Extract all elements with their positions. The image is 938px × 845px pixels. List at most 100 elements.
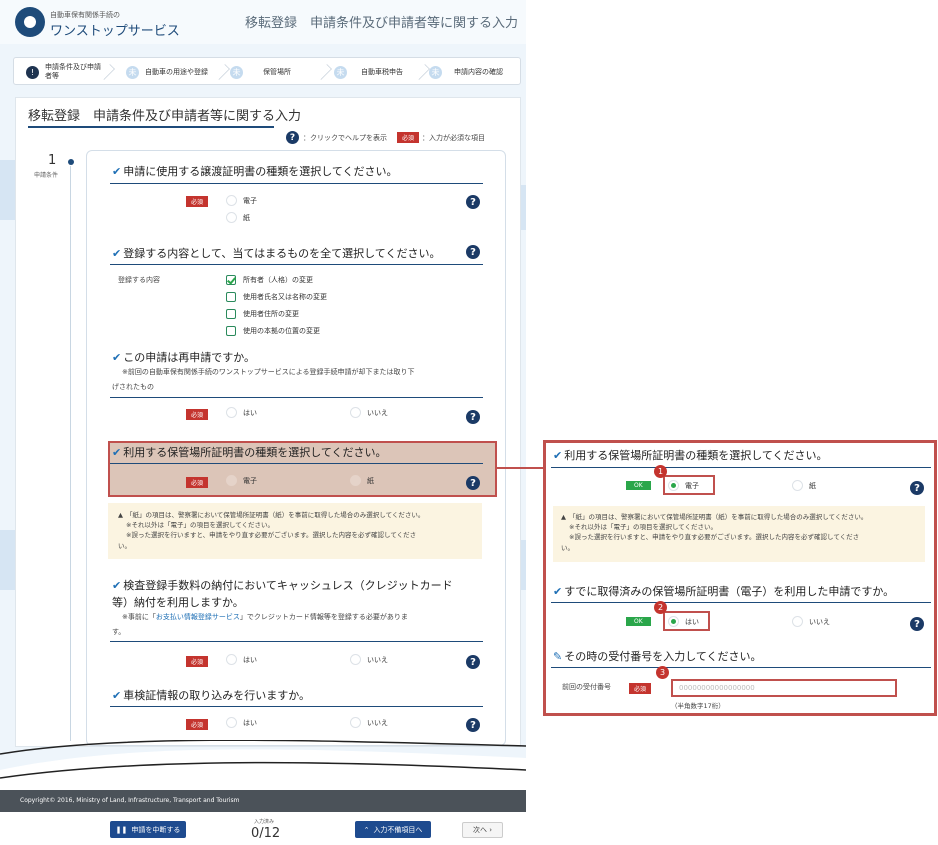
checkbox[interactable]	[226, 309, 236, 319]
radio-no[interactable]: いいえ	[350, 654, 388, 665]
option-label: いいえ	[367, 718, 388, 727]
check-icon: ✔	[112, 351, 122, 364]
help-icon[interactable]: ?	[286, 131, 299, 144]
option-label: いいえ	[367, 655, 388, 664]
suspend-button[interactable]: ❚❚ 申請を中断する	[110, 821, 186, 838]
option-label: 紙	[367, 476, 374, 485]
radio-circle[interactable]	[226, 475, 237, 486]
required-badge: 必須	[397, 132, 420, 143]
check-icon: ✔	[112, 689, 122, 702]
question-divider	[551, 667, 931, 668]
radio-circle[interactable]	[792, 616, 803, 627]
radio-circle[interactable]	[226, 717, 237, 728]
progress-label: 入力済み	[254, 819, 275, 825]
checkbox[interactable]	[226, 292, 236, 302]
step-3[interactable]: 未 保管場所	[230, 58, 291, 86]
radio-circle[interactable]	[226, 407, 237, 418]
help-icon[interactable]: ?	[466, 410, 480, 424]
next-button[interactable]: 次へ ›	[462, 822, 503, 838]
required-legend-text: ：入力が必須な項目	[422, 133, 486, 142]
option-label: 電子	[243, 196, 257, 205]
radio-yes[interactable]: はい	[668, 616, 699, 627]
receipt-number-input[interactable]: 00000000000000000	[671, 679, 897, 697]
radio-circle[interactable]	[668, 616, 679, 627]
question-divider	[551, 602, 931, 603]
help-icon[interactable]: ?	[466, 195, 480, 209]
step-4[interactable]: 未 自動車税申告	[334, 58, 403, 86]
radio-kami[interactable]: 紙	[226, 212, 250, 223]
step-5[interactable]: 未 申請内容の確認	[429, 58, 503, 86]
question-text: 利用する保管場所証明書の種類を選択してください。	[564, 449, 828, 462]
question-divider	[551, 467, 931, 468]
help-icon[interactable]: ?	[466, 476, 480, 490]
option-label: 使用の本拠の位置の変更	[243, 327, 320, 335]
alert-icon: !	[26, 65, 39, 79]
step-separator	[214, 64, 230, 80]
step-1[interactable]: ! 申請条件及び申請者等	[26, 58, 105, 86]
checkbox-base-location-change[interactable]: 使用の本拠の位置の変更	[226, 326, 320, 336]
radio-circle[interactable]	[668, 480, 679, 491]
checkbox-user-address-change[interactable]: 使用者住所の変更	[226, 309, 299, 319]
warning-line: ※誤った選択を行いますと、申請をやり直す必要がございます。選択した内容を必ず確認…	[569, 533, 860, 541]
check-icon: ✔	[112, 247, 122, 260]
step-indicator: ! 申請条件及び申請者等 未 自動車の用途や登録 未 保管場所 未 自動車税申告…	[13, 57, 521, 85]
question-divider	[110, 706, 483, 707]
required-badge: 必須	[186, 719, 209, 730]
help-icon[interactable]: ?	[466, 718, 480, 732]
required-badge: 必須	[186, 656, 209, 667]
option-label: はい	[685, 617, 699, 626]
checkbox-user-name-change[interactable]: 使用者氏名又は名称の変更	[226, 292, 327, 302]
progress-value: 0/12	[251, 826, 281, 841]
option-label: 電子	[685, 481, 699, 490]
radio-circle[interactable]	[350, 654, 361, 665]
question-text: 利用する保管場所証明書の種類を選択してください。	[123, 446, 387, 459]
jump-to-incomplete-button[interactable]: ⌃ 入力不備項目へ	[355, 821, 431, 838]
checkbox[interactable]	[226, 326, 236, 336]
radio-denshi[interactable]: 電子	[668, 480, 699, 491]
option-label: いいえ	[367, 408, 388, 417]
step-label: 申請条件及び申請者等	[45, 63, 101, 80]
checkbox-owner-change[interactable]: 所有者（人格）の変更	[226, 275, 313, 285]
radio-circle[interactable]	[226, 654, 237, 665]
question-heading: ✔ この申請は再申請ですか。	[112, 350, 255, 365]
radio-yes[interactable]: はい	[226, 654, 257, 665]
required-badge: 必須	[629, 683, 652, 694]
step-2[interactable]: 未 自動車の用途や登録	[126, 58, 208, 86]
radio-kami[interactable]: 紙	[350, 475, 374, 486]
radio-circle[interactable]	[226, 212, 237, 223]
radio-yes[interactable]: はい	[226, 407, 257, 418]
question-heading: ✔ 検査登録手数料の納付においてキャッシュレス（クレジットカード	[112, 578, 453, 593]
radio-no[interactable]: いいえ	[350, 717, 388, 728]
radio-circle[interactable]	[792, 480, 803, 491]
step-status-icon: 未	[334, 65, 347, 79]
radio-denshi[interactable]: 電子	[226, 475, 257, 486]
radio-no[interactable]: いいえ	[792, 616, 830, 627]
help-icon[interactable]: ?	[910, 617, 924, 631]
radio-circle[interactable]	[350, 475, 361, 486]
radio-yes[interactable]: はい	[226, 717, 257, 728]
radio-no[interactable]: いいえ	[350, 407, 388, 418]
radio-denshi[interactable]: 電子	[226, 195, 257, 206]
help-icon[interactable]: ?	[466, 655, 480, 669]
payment-registration-link[interactable]: お支払い情報登録サービス	[156, 613, 240, 621]
radio-kami[interactable]: 紙	[792, 480, 816, 491]
warning-icon: ▲	[561, 513, 566, 521]
ok-badge: OK	[626, 481, 651, 490]
help-icon[interactable]: ?	[466, 245, 480, 259]
question-heading: ✔ すでに取得済みの保管場所証明書（電子）を利用した申請ですか。	[553, 584, 894, 599]
edit-icon: ✎	[553, 650, 563, 663]
question-divider	[110, 463, 483, 464]
radio-circle[interactable]	[350, 717, 361, 728]
check-icon: ✔	[553, 585, 563, 598]
help-legend: ? ：クリックでヘルプを表示 必須 ：入力が必須な項目	[286, 131, 485, 144]
radio-circle[interactable]	[350, 407, 361, 418]
checkbox[interactable]	[226, 275, 236, 285]
chevron-up-icon: ⌃	[363, 825, 370, 834]
option-label: いいえ	[809, 617, 830, 626]
step-label: 保管場所	[263, 68, 291, 76]
help-icon[interactable]: ?	[910, 481, 924, 495]
radio-circle[interactable]	[226, 195, 237, 206]
option-label: 使用者住所の変更	[243, 310, 299, 318]
required-badge: 必須	[186, 409, 209, 420]
option-label: 紙	[243, 213, 250, 222]
